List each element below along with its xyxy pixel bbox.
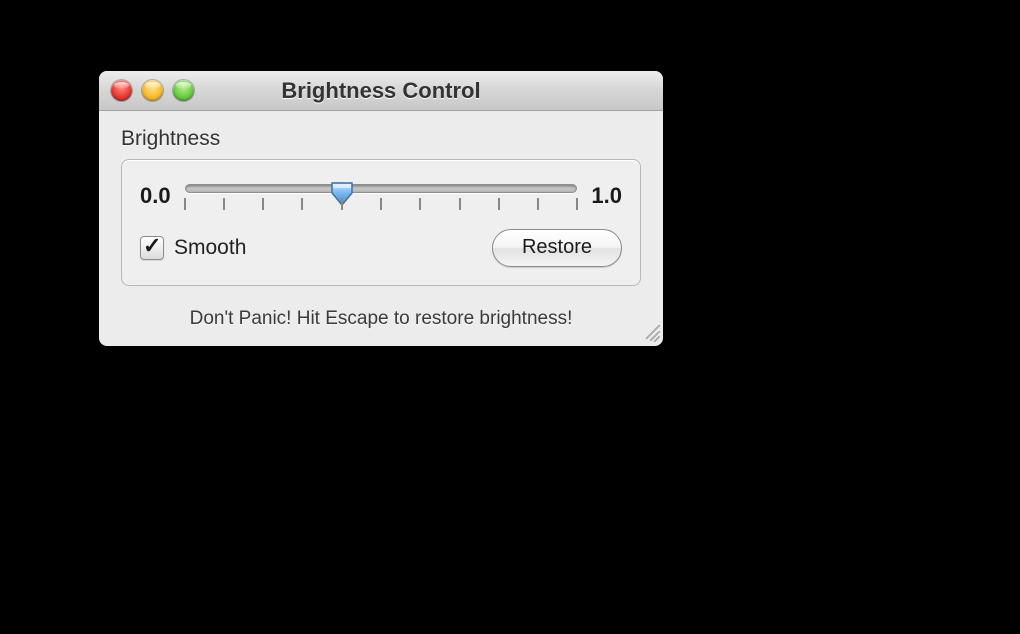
traffic-lights (111, 80, 194, 101)
slider-tick (301, 198, 303, 210)
slider-min-label: 0.0 (140, 183, 171, 209)
restore-button[interactable]: Restore (492, 229, 622, 267)
titlebar[interactable]: Brightness Control (99, 71, 663, 111)
resize-grip-icon[interactable] (637, 320, 659, 342)
brightness-label: Brightness (121, 127, 641, 151)
brightness-slider[interactable] (185, 176, 578, 215)
slider-tick (380, 198, 382, 210)
minimize-icon[interactable] (142, 80, 163, 101)
slider-track[interactable] (185, 184, 578, 193)
slider-tick (498, 198, 500, 210)
close-icon[interactable] (111, 80, 132, 101)
smooth-checkbox[interactable] (140, 236, 164, 260)
slider-tick (419, 198, 421, 210)
content-area: Brightness 0.0 (99, 111, 663, 296)
slider-row: 0.0 (140, 176, 622, 215)
footer-hint: Don't Panic! Hit Escape to restore brigh… (99, 296, 663, 346)
smooth-option[interactable]: Smooth (140, 236, 246, 260)
zoom-icon[interactable] (173, 80, 194, 101)
slider-tick (537, 198, 539, 210)
slider-tick (341, 198, 343, 210)
slider-max-label: 1.0 (591, 183, 622, 209)
slider-tick (184, 198, 186, 210)
panel-bottom-row: Smooth Restore (140, 229, 622, 267)
slider-tick (459, 198, 461, 210)
brightness-panel: 0.0 (121, 159, 641, 286)
smooth-label: Smooth (174, 236, 246, 260)
brightness-control-window: Brightness Control Brightness 0.0 (99, 71, 663, 346)
slider-tick (223, 198, 225, 210)
slider-ticks (185, 198, 578, 212)
slider-tick (262, 198, 264, 210)
slider-tick (576, 198, 578, 210)
